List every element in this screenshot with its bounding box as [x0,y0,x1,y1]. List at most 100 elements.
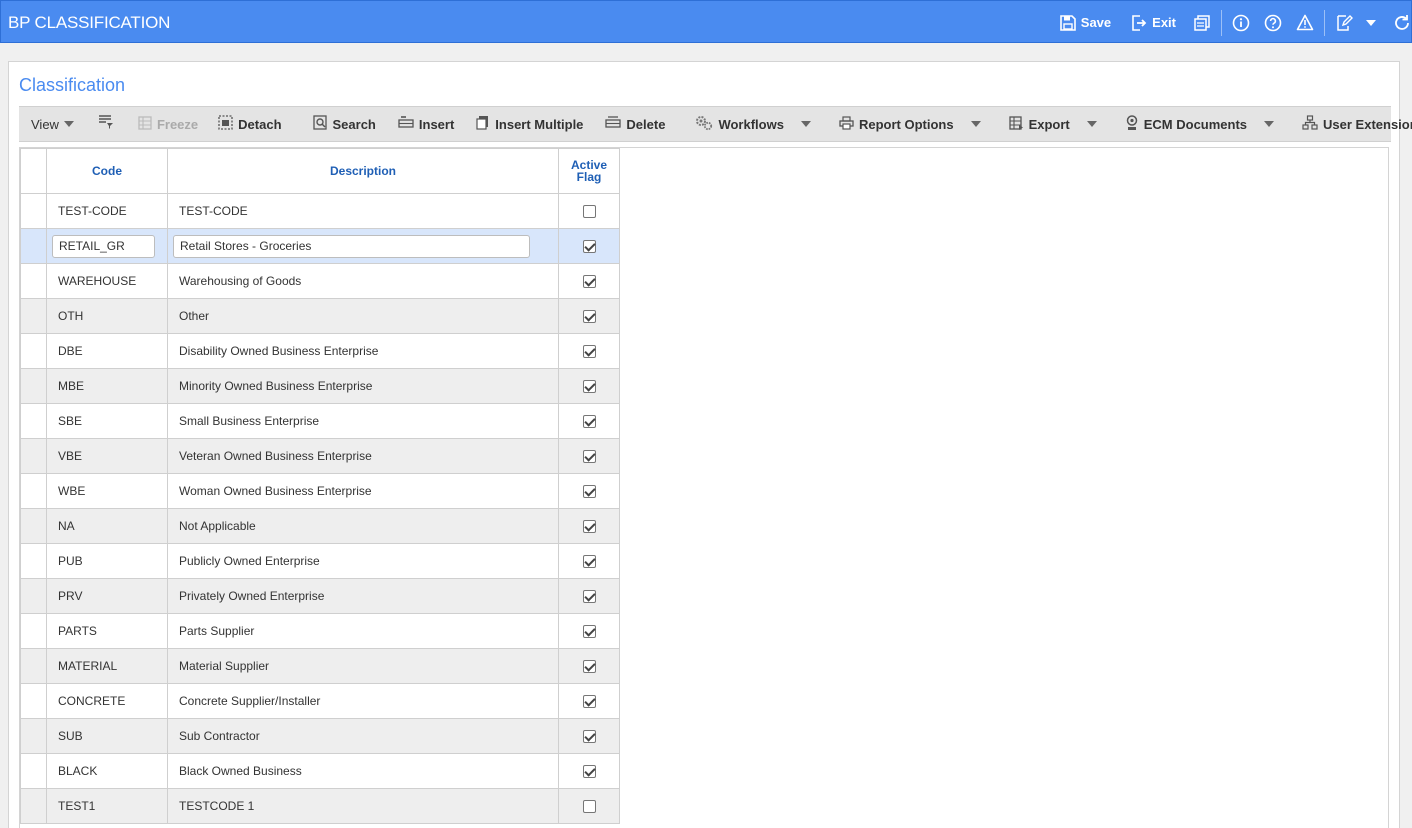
copy-button[interactable] [1194,14,1211,31]
active-flag-checkbox[interactable] [582,590,596,604]
description-cell[interactable]: Minority Owned Business Enterprise [167,368,559,404]
table-row[interactable]: TEST1 TESTCODE 1 [20,788,620,824]
row-selector[interactable] [20,683,47,719]
description-cell[interactable]: Black Owned Business [167,753,559,789]
active-flag-checkbox[interactable] [582,205,596,219]
code-cell[interactable]: SBE [46,403,168,439]
description-cell[interactable]: Not Applicable [167,508,559,544]
active-flag-checkbox[interactable] [582,310,596,324]
table-row[interactable]: SBE Small Business Enterprise [20,403,620,439]
active-flag-checkbox[interactable] [582,555,596,569]
row-selector[interactable] [20,753,47,789]
row-selector[interactable] [20,368,47,404]
table-row[interactable]: PUB Publicly Owned Enterprise [20,543,620,579]
row-selector[interactable] [20,578,47,614]
code-cell[interactable]: WBE [46,473,168,509]
table-row[interactable]: BLACK Black Owned Business [20,753,620,789]
table-row[interactable] [20,228,620,264]
workflows-menu-button[interactable]: Workflows [695,115,811,134]
active-flag-checkbox[interactable] [582,730,596,744]
report-options-menu-button[interactable]: Report Options [839,115,981,133]
row-selector[interactable] [20,543,47,579]
insert-button[interactable]: Insert [398,115,454,133]
code-input[interactable] [52,234,155,258]
column-header-code[interactable]: Code [46,148,168,194]
active-flag-checkbox[interactable] [582,415,596,429]
row-selector[interactable] [20,333,47,369]
description-cell[interactable]: TEST-CODE [167,193,559,229]
user-extensions-button[interactable]: User Extensions [1302,115,1412,133]
code-cell[interactable]: TEST-CODE [46,193,168,229]
code-cell[interactable]: MATERIAL [46,648,168,684]
active-flag-checkbox[interactable] [582,345,596,359]
description-cell[interactable]: Parts Supplier [167,613,559,649]
active-flag-checkbox[interactable] [582,765,596,779]
code-cell[interactable]: TEST1 [46,788,168,824]
help-button[interactable] [1264,14,1282,32]
table-row[interactable]: MATERIAL Material Supplier [20,648,620,684]
active-flag-checkbox[interactable] [582,625,596,639]
table-row[interactable]: MBE Minority Owned Business Enterprise [20,368,620,404]
edit-menu-button[interactable] [1335,14,1376,32]
table-row[interactable]: TEST-CODE TEST-CODE [20,193,620,229]
description-cell[interactable]: Privately Owned Enterprise [167,578,559,614]
warnings-button[interactable] [1296,14,1314,31]
ecm-documents-menu-button[interactable]: ECM Documents [1125,114,1275,134]
description-cell[interactable]: Woman Owned Business Enterprise [167,473,559,509]
row-selector[interactable] [20,788,47,824]
column-header-description[interactable]: Description [167,148,559,194]
description-cell[interactable]: Other [167,298,559,334]
export-menu-button[interactable]: Export [1008,115,1097,133]
description-cell[interactable]: Publicly Owned Enterprise [167,543,559,579]
table-row[interactable]: NA Not Applicable [20,508,620,544]
code-cell[interactable]: VBE [46,438,168,474]
active-flag-checkbox[interactable] [582,695,596,709]
column-header-active-flag[interactable]: Active Flag [558,148,620,194]
description-cell[interactable]: Concrete Supplier/Installer [167,683,559,719]
description-cell[interactable]: Veteran Owned Business Enterprise [167,438,559,474]
code-cell[interactable]: SUB [46,718,168,754]
code-cell[interactable]: DBE [46,333,168,369]
refresh-button[interactable] [1394,14,1411,32]
active-flag-checkbox[interactable] [582,380,596,394]
description-cell[interactable]: Sub Contractor [167,718,559,754]
row-selector[interactable] [20,508,47,544]
view-menu-button[interactable]: View [31,117,74,132]
insert-multiple-button[interactable]: Insert Multiple [476,115,583,133]
row-selector[interactable] [20,193,47,229]
row-selector[interactable] [20,718,47,754]
code-cell[interactable]: PUB [46,543,168,579]
description-cell[interactable]: Small Business Enterprise [167,403,559,439]
exit-button[interactable]: Exit [1131,14,1176,31]
description-input[interactable] [173,234,530,258]
active-flag-checkbox[interactable] [582,485,596,499]
code-cell[interactable]: BLACK [46,753,168,789]
active-flag-checkbox[interactable] [582,660,596,674]
table-row[interactable]: OTH Other [20,298,620,334]
description-cell[interactable]: Material Supplier [167,648,559,684]
description-cell[interactable]: TESTCODE 1 [167,788,559,824]
filter-button[interactable] [98,115,114,133]
row-selector[interactable] [20,438,47,474]
table-row[interactable]: DBE Disability Owned Business Enterprise [20,333,620,369]
row-selector[interactable] [20,298,47,334]
active-flag-checkbox[interactable] [582,520,596,534]
description-cell[interactable]: Warehousing of Goods [167,263,559,299]
active-flag-checkbox[interactable] [582,450,596,464]
code-cell[interactable]: NA [46,508,168,544]
table-row[interactable]: PRV Privately Owned Enterprise [20,578,620,614]
row-selector[interactable] [20,263,47,299]
active-flag-checkbox[interactable] [582,275,596,289]
table-row[interactable]: WBE Woman Owned Business Enterprise [20,473,620,509]
table-row[interactable]: VBE Veteran Owned Business Enterprise [20,438,620,474]
active-flag-checkbox[interactable] [582,240,596,254]
table-row[interactable]: CONCRETE Concrete Supplier/Installer [20,683,620,719]
code-cell[interactable]: MBE [46,368,168,404]
row-selector[interactable] [20,403,47,439]
code-cell[interactable]: PRV [46,578,168,614]
active-flag-checkbox[interactable] [582,800,596,814]
info-button[interactable] [1232,14,1250,32]
code-cell[interactable]: PARTS [46,613,168,649]
delete-button[interactable]: Delete [605,115,665,133]
table-row[interactable]: WAREHOUSE Warehousing of Goods [20,263,620,299]
